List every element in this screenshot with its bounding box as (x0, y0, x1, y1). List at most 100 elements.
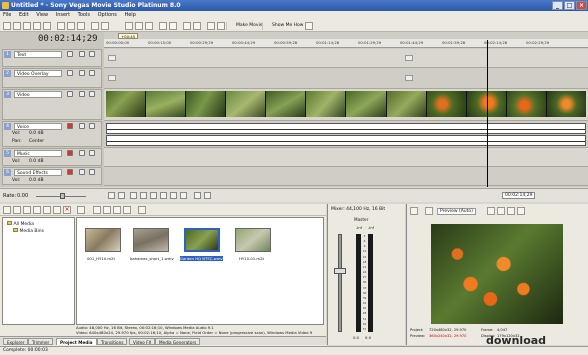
audio-event-right[interactable] (106, 135, 586, 146)
mute-icon[interactable] (79, 51, 85, 57)
capture-icon[interactable] (13, 206, 21, 214)
play-from-start-button[interactable] (130, 192, 137, 199)
track-header-video[interactable]: 3 Video (2, 89, 102, 120)
event-placeholder[interactable] (405, 75, 413, 81)
preview-settings-icon[interactable] (410, 207, 418, 215)
menu-edit[interactable]: Edit (16, 11, 32, 20)
menu-help[interactable]: Help (121, 11, 138, 20)
track-name[interactable]: Video (14, 91, 62, 98)
zoom-icon[interactable] (193, 22, 201, 30)
overlays-icon[interactable] (497, 207, 505, 215)
minimize-button[interactable]: _ (552, 1, 563, 10)
lane-sound-effects[interactable] (104, 167, 588, 186)
playhead-cursor[interactable] (487, 40, 488, 187)
tab-media-generators[interactable]: Media Generators (155, 338, 201, 345)
solo-icon[interactable] (89, 51, 95, 57)
master-fader-thumb[interactable] (334, 268, 346, 274)
track-motion-icon[interactable] (67, 91, 73, 97)
make-movie-button[interactable]: Make Movie (226, 22, 263, 30)
tab-video-fx[interactable]: Video FX (129, 338, 156, 345)
timeline-area[interactable]: +00:45 (104, 32, 588, 187)
project-media-list[interactable]: 001_HY10.m2t bahamas_short_1.wmv Garden … (76, 217, 324, 325)
normal-edit-icon[interactable] (159, 22, 167, 30)
track-name[interactable]: Text (14, 51, 62, 58)
lane-music[interactable] (104, 148, 588, 167)
menu-file[interactable]: File (0, 11, 14, 20)
track-header-text[interactable]: 1 Text (2, 49, 102, 67)
next-frame-button[interactable] (204, 192, 211, 199)
time-ruler[interactable]: 00:00:00;00 00:00:15;00 00:00:29;29 00:0… (104, 39, 588, 48)
cut-icon[interactable] (57, 22, 65, 30)
stop-preview-icon[interactable] (123, 206, 131, 214)
render-icon[interactable] (33, 22, 41, 30)
redo-icon[interactable] (101, 22, 109, 30)
mute-icon[interactable] (79, 150, 85, 156)
selection-icon[interactable] (183, 22, 191, 30)
tree-item-all-media[interactable]: All Media (7, 221, 34, 227)
import-media-icon[interactable] (3, 206, 11, 214)
get-media-icon[interactable] (23, 206, 31, 214)
audio-event-left[interactable] (106, 123, 586, 134)
copy-snapshot-icon[interactable] (507, 207, 515, 215)
solo-icon[interactable] (89, 123, 95, 129)
pause-button[interactable] (150, 192, 157, 199)
loop-button[interactable] (118, 192, 125, 199)
record-button[interactable] (108, 192, 115, 199)
split-icon[interactable] (207, 22, 215, 30)
tab-transitions[interactable]: Transitions (97, 338, 128, 345)
mute-icon[interactable] (79, 169, 85, 175)
close-button[interactable]: × (576, 1, 587, 10)
clean-icon[interactable] (53, 206, 61, 214)
media-fx-icon[interactable] (93, 206, 101, 214)
menu-insert[interactable]: Insert (53, 11, 73, 20)
video-event[interactable] (106, 91, 586, 117)
previous-frame-button[interactable] (194, 192, 201, 199)
copy-icon[interactable] (67, 22, 75, 30)
media-thumbnail[interactable] (133, 228, 169, 252)
lane-video[interactable] (104, 89, 588, 121)
split-screen-icon[interactable] (487, 207, 495, 215)
track-name[interactable]: Sound Effects (14, 169, 62, 176)
help-icon[interactable] (305, 22, 313, 30)
record-icon[interactable] (67, 150, 73, 156)
trim-icon[interactable] (217, 22, 225, 30)
menu-view[interactable]: View (33, 11, 51, 20)
preview-quality-select[interactable]: Preview (Auto) (437, 208, 476, 215)
media-thumbnail[interactable] (235, 228, 271, 252)
save-icon[interactable] (23, 22, 31, 30)
auto-ripple-icon[interactable] (135, 22, 143, 30)
rate-slider-thumb[interactable] (60, 193, 65, 199)
open-icon[interactable] (13, 22, 21, 30)
track-header-music[interactable]: 5 Music Vol: 0.0 dB (2, 148, 102, 166)
paste-icon[interactable] (77, 22, 85, 30)
media-properties-icon[interactable] (77, 206, 85, 214)
play-preview-icon[interactable] (113, 206, 121, 214)
stop-button[interactable] (160, 192, 167, 199)
insert-bus-icon[interactable] (331, 215, 338, 222)
event-placeholder[interactable] (108, 55, 116, 61)
solo-icon[interactable] (89, 91, 95, 97)
master-fader-track[interactable] (338, 234, 342, 332)
media-thumbnail[interactable] (85, 228, 121, 252)
tab-explorer[interactable]: Explorer (3, 338, 29, 345)
envelope-edit-icon[interactable] (169, 22, 177, 30)
lane-voice[interactable] (104, 121, 588, 148)
solo-icon[interactable] (89, 70, 95, 76)
remove-icon[interactable]: × (63, 206, 71, 214)
new-icon[interactable] (3, 22, 11, 30)
burn-icon[interactable] (43, 206, 51, 214)
track-header-video-overlay[interactable]: 2 Video Overlay (2, 68, 102, 88)
event-placeholder[interactable] (405, 55, 413, 61)
record-icon[interactable] (67, 123, 73, 129)
track-header-sound-effects[interactable]: 6 Sound Effects Vol: 0.0 dB (2, 167, 102, 185)
track-motion-icon[interactable] (67, 51, 73, 57)
snap-icon[interactable] (125, 22, 133, 30)
show-me-how-button[interactable]: Show Me How (262, 22, 303, 30)
media-thumbnail-selected[interactable] (184, 228, 220, 252)
external-monitor-icon[interactable] (425, 207, 433, 215)
extract-audio-icon[interactable] (33, 206, 41, 214)
lane-text[interactable] (104, 49, 588, 68)
go-to-start-button[interactable] (170, 192, 177, 199)
go-to-end-button[interactable] (180, 192, 187, 199)
undo-icon[interactable] (91, 22, 99, 30)
